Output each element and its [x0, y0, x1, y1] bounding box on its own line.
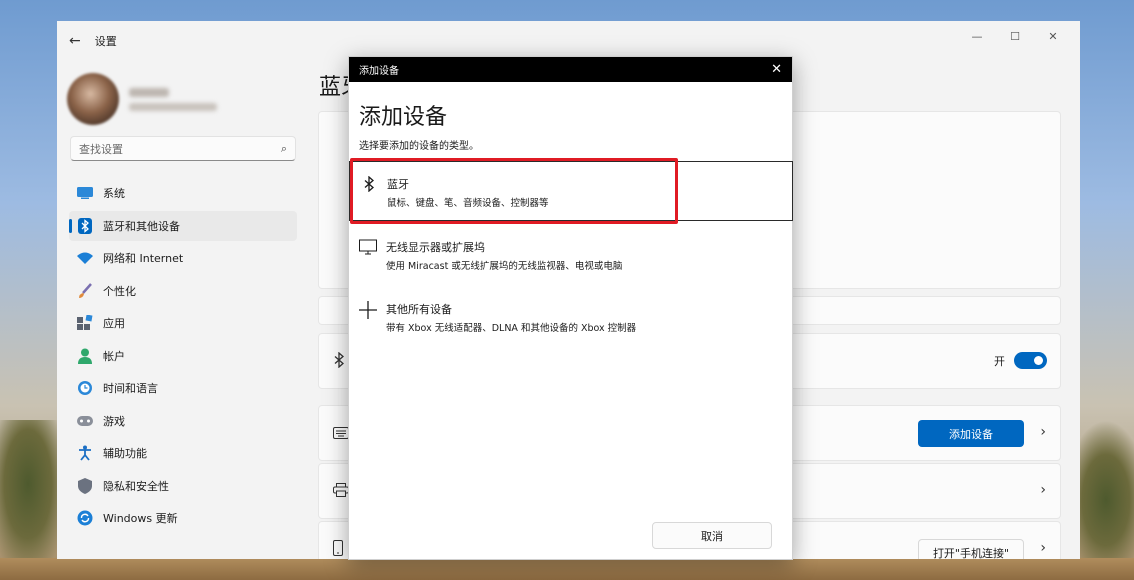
monitor-icon — [358, 239, 378, 259]
profile-email-blurred — [129, 102, 217, 111]
sidebar-item-label: 辅助功能 — [103, 447, 147, 460]
sidebar-item-label: 时间和语言 — [103, 382, 158, 395]
dialog-subtitle: 选择要添加的设备的类型。 — [359, 141, 479, 152]
sidebar-item-label: 系统 — [103, 187, 125, 200]
sidebar-item-label: 隐私和安全性 — [103, 479, 169, 493]
add-device-dialog: 添加设备 ✕ 添加设备 选择要添加的设备的类型。 蓝牙 鼠标、键盘、笔、音频设备… — [348, 56, 793, 560]
sidebar-item-label: 应用 — [103, 317, 125, 330]
option-desc: 使用 Miracast 或无线扩展坞的无线监视器、电视或电脑 — [386, 261, 623, 272]
plus-icon — [358, 301, 378, 323]
sidebar-item-windows-update[interactable]: Windows 更新 — [69, 503, 297, 533]
option-text: 蓝牙 鼠标、键盘、笔、音频设备、控制器等 — [387, 176, 549, 209]
search-icon: ⌕ — [280, 141, 287, 155]
window-controls: — ☐ ✕ — [958, 25, 1072, 47]
back-arrow-icon[interactable]: ← — [69, 33, 81, 49]
sidebar-item-network[interactable]: 网络和 Internet — [69, 243, 297, 273]
option-text: 其他所有设备 带有 Xbox 无线适配器、DLNA 和其他设备的 Xbox 控制… — [386, 301, 636, 334]
sidebar-item-system[interactable]: 系统 — [69, 178, 297, 208]
cancel-button[interactable]: 取消 — [652, 522, 772, 549]
keyboard-icon — [333, 424, 349, 443]
search-placeholder: 查找设置 — [79, 142, 123, 156]
shield-icon — [77, 477, 93, 494]
app-title: 设置 — [94, 35, 117, 48]
option-other-devices[interactable]: 其他所有设备 带有 Xbox 无线适配器、DLNA 和其他设备的 Xbox 控制… — [349, 287, 793, 347]
avatar[interactable] — [67, 73, 119, 125]
dialog-titlebar-text: 添加设备 — [359, 66, 399, 77]
system-icon — [77, 185, 93, 201]
option-title: 其他所有设备 — [386, 303, 452, 316]
sidebar-item-label: Windows 更新 — [103, 512, 178, 525]
sidebar-nav: 系统 蓝牙和其他设备 网络和 Internet 个性化 应用 帐户 时间和语言 … — [69, 178, 297, 536]
printer-icon — [333, 482, 349, 501]
bluetooth-icon — [359, 175, 379, 196]
dialog-titlebar: 添加设备 ✕ — [349, 57, 792, 82]
chevron-right-icon[interactable]: › — [1040, 424, 1046, 440]
dialog-heading: 添加设备 — [359, 105, 448, 130]
sidebar-item-label: 蓝牙和其他设备 — [103, 219, 180, 233]
phone-icon — [333, 540, 343, 559]
sidebar-item-time-language[interactable]: 时间和语言 — [69, 373, 297, 403]
wallpaper-ground — [0, 558, 1134, 580]
update-icon — [77, 510, 93, 526]
apps-icon — [77, 315, 93, 331]
sidebar-item-accounts[interactable]: 帐户 — [69, 341, 297, 371]
search-input[interactable]: 查找设置 ⌕ — [70, 136, 296, 161]
bluetooth-toggle[interactable] — [1014, 352, 1047, 369]
titlebar: ← 设置 — [69, 33, 117, 49]
profile-text — [129, 87, 217, 111]
maximize-icon[interactable]: ☐ — [996, 25, 1034, 47]
brush-icon — [77, 282, 93, 299]
sidebar-item-label: 帐户 — [103, 349, 125, 363]
sidebar-item-bluetooth[interactable]: 蓝牙和其他设备 — [69, 210, 297, 241]
option-bluetooth[interactable]: 蓝牙 鼠标、键盘、笔、音频设备、控制器等 — [349, 161, 793, 221]
wifi-icon — [77, 250, 93, 266]
sidebar-item-gaming[interactable]: 游戏 — [69, 406, 297, 436]
sidebar-item-label: 网络和 Internet — [103, 252, 184, 265]
chevron-right-icon[interactable]: › — [1040, 540, 1046, 556]
option-text: 无线显示器或扩展坞 使用 Miracast 或无线扩展坞的无线监视器、电视或电脑 — [386, 239, 622, 272]
minimize-icon[interactable]: — — [958, 25, 996, 47]
gamepad-icon — [77, 413, 93, 429]
close-icon[interactable]: ✕ — [1034, 25, 1072, 47]
user-profile[interactable] — [67, 73, 217, 125]
option-wireless-display[interactable]: 无线显示器或扩展坞 使用 Miracast 或无线扩展坞的无线监视器、电视或电脑 — [349, 225, 793, 285]
open-phone-link-button[interactable]: 打开"手机连接" — [918, 539, 1024, 559]
close-icon[interactable]: ✕ — [771, 62, 782, 77]
option-desc: 带有 Xbox 无线适配器、DLNA 和其他设备的 Xbox 控制器 — [386, 323, 637, 334]
sidebar-item-label: 游戏 — [103, 414, 125, 428]
sidebar-item-apps[interactable]: 应用 — [69, 308, 297, 338]
globe-clock-icon — [77, 380, 93, 396]
profile-name-blurred — [129, 87, 169, 97]
account-icon — [77, 348, 93, 364]
bluetooth-icon — [333, 351, 345, 372]
accessibility-icon — [77, 445, 93, 461]
option-title: 无线显示器或扩展坞 — [386, 241, 485, 254]
option-desc: 鼠标、键盘、笔、音频设备、控制器等 — [387, 198, 549, 209]
sidebar-item-accessibility[interactable]: 辅助功能 — [69, 438, 297, 468]
bluetooth-icon — [77, 217, 93, 234]
option-title: 蓝牙 — [387, 178, 409, 191]
sidebar-item-personalization[interactable]: 个性化 — [69, 276, 297, 306]
add-device-button[interactable]: 添加设备 — [918, 420, 1024, 447]
sidebar-item-privacy[interactable]: 隐私和安全性 — [69, 471, 297, 501]
sidebar-item-label: 个性化 — [103, 284, 136, 298]
toggle-state-label: 开 — [994, 355, 1005, 368]
chevron-right-icon[interactable]: › — [1040, 482, 1046, 498]
